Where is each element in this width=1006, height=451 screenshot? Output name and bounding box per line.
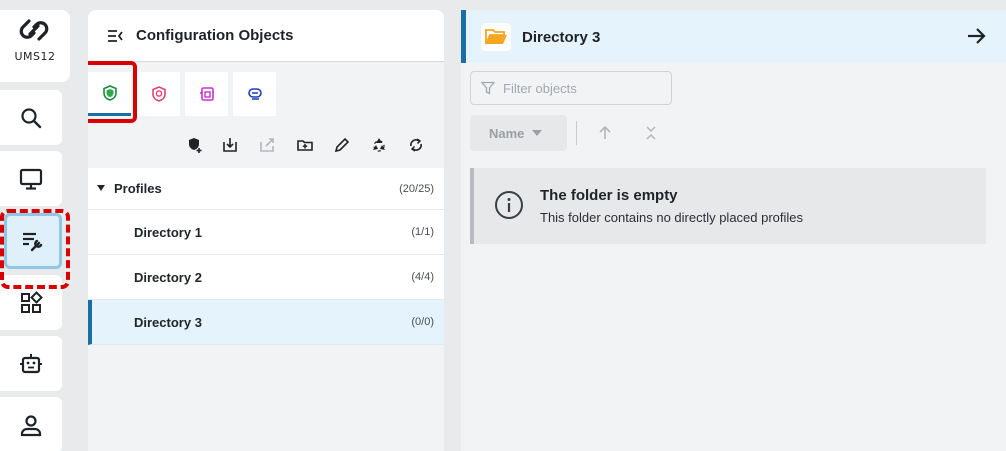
robot-icon <box>20 353 42 373</box>
empty-title: The folder is empty <box>540 187 678 204</box>
collapse-panel-icon[interactable] <box>106 27 124 45</box>
sort-divider <box>576 121 577 145</box>
app-logo: UMS12 <box>0 10 70 82</box>
tab-priority-profiles[interactable] <box>137 72 180 116</box>
collapse-all-icon[interactable] <box>642 124 660 142</box>
sort-bar: Name <box>470 115 990 151</box>
nav-configuration[interactable] <box>4 213 62 269</box>
edit-icon <box>334 137 350 153</box>
filter-objects-input[interactable] <box>503 80 653 96</box>
filter-icon <box>481 81 495 95</box>
configuration-objects-panel: Configuration Objects Profiles (20/25) D… <box>88 10 444 451</box>
tree-item-count: (1/1) <box>411 226 434 238</box>
logo-text: UMS12 <box>14 50 56 63</box>
recycle-bin-button[interactable] <box>367 133 391 157</box>
search-icon <box>21 107 42 128</box>
tree-item-label: Directory 2 <box>134 269 202 285</box>
chevron-down-icon <box>532 130 543 136</box>
monitor-icon <box>19 168 43 190</box>
panel-title: Configuration Objects <box>136 27 294 44</box>
directory-detail-panel: Directory 3 Name The f <box>461 10 1006 451</box>
import-icon <box>223 138 237 152</box>
recycle-icon <box>373 138 385 152</box>
refresh-button[interactable] <box>404 133 428 157</box>
tab-firmware-customizations[interactable] <box>233 72 276 116</box>
sort-by-name-dropdown[interactable]: Name <box>470 115 567 151</box>
folder-open-icon <box>485 29 507 45</box>
nav-devices[interactable] <box>0 151 62 206</box>
tree-item-count: (4/4) <box>411 271 434 283</box>
panel-toolbar <box>88 123 444 167</box>
panel-header: Configuration Objects <box>88 10 444 62</box>
apps-icon <box>21 290 43 313</box>
tree-item-directory-3[interactable]: Directory 3 (0/0) <box>88 300 444 345</box>
template-profile-icon <box>199 87 214 101</box>
tree-item-label: Directory 1 <box>134 224 202 240</box>
sort-label: Name <box>489 125 525 141</box>
export-button <box>255 133 279 157</box>
filter-objects-field[interactable] <box>470 71 672 105</box>
tree-root-count: (20/25) <box>399 182 434 195</box>
detail-title: Directory 3 <box>522 29 601 46</box>
import-button[interactable] <box>218 133 242 157</box>
detail-header: Directory 3 <box>461 10 1006 63</box>
new-folder-button[interactable] <box>293 133 317 157</box>
nav-search[interactable] <box>0 90 62 145</box>
profile-shield-icon <box>102 84 117 101</box>
ums-logo-icon <box>19 19 49 41</box>
nav-users[interactable] <box>0 397 62 451</box>
new-folder-icon <box>297 140 313 151</box>
firmware-customization-icon <box>247 88 262 100</box>
new-profile-button[interactable] <box>183 133 207 157</box>
nav-apps[interactable] <box>0 275 62 330</box>
tab-template-profiles[interactable] <box>185 72 228 116</box>
info-icon <box>495 191 523 219</box>
user-icon <box>20 414 42 436</box>
folder-badge <box>481 23 511 51</box>
object-type-tabs <box>88 61 444 123</box>
configuration-icon <box>23 232 43 252</box>
tree-root-label: Profiles <box>114 181 162 196</box>
new-profile-icon <box>189 138 202 153</box>
priority-profile-icon <box>151 86 166 102</box>
sort-ascending-icon[interactable] <box>596 124 614 142</box>
tree-item-count: (0/0) <box>411 316 434 328</box>
empty-folder-notice: The folder is empty This folder contains… <box>470 168 986 244</box>
arrow-right-icon[interactable] <box>964 24 988 48</box>
expand-caret-icon[interactable] <box>97 185 105 191</box>
refresh-icon <box>410 138 422 152</box>
tree-item-label: Directory 3 <box>134 314 202 330</box>
nav-automation[interactable] <box>0 336 62 391</box>
nav-rail: UMS12 <box>0 10 70 451</box>
edit-button[interactable] <box>330 133 354 157</box>
export-icon <box>260 138 274 152</box>
tree-root-profiles[interactable]: Profiles (20/25) <box>88 168 444 210</box>
empty-description: This folder contains no directly placed … <box>540 210 804 225</box>
tree-item-directory-1[interactable]: Directory 1 (1/1) <box>88 210 444 255</box>
profiles-tree: Profiles (20/25) Directory 1 (1/1) Direc… <box>88 168 444 345</box>
tree-item-directory-2[interactable]: Directory 2 (4/4) <box>88 255 444 300</box>
tab-profiles[interactable] <box>88 72 131 116</box>
